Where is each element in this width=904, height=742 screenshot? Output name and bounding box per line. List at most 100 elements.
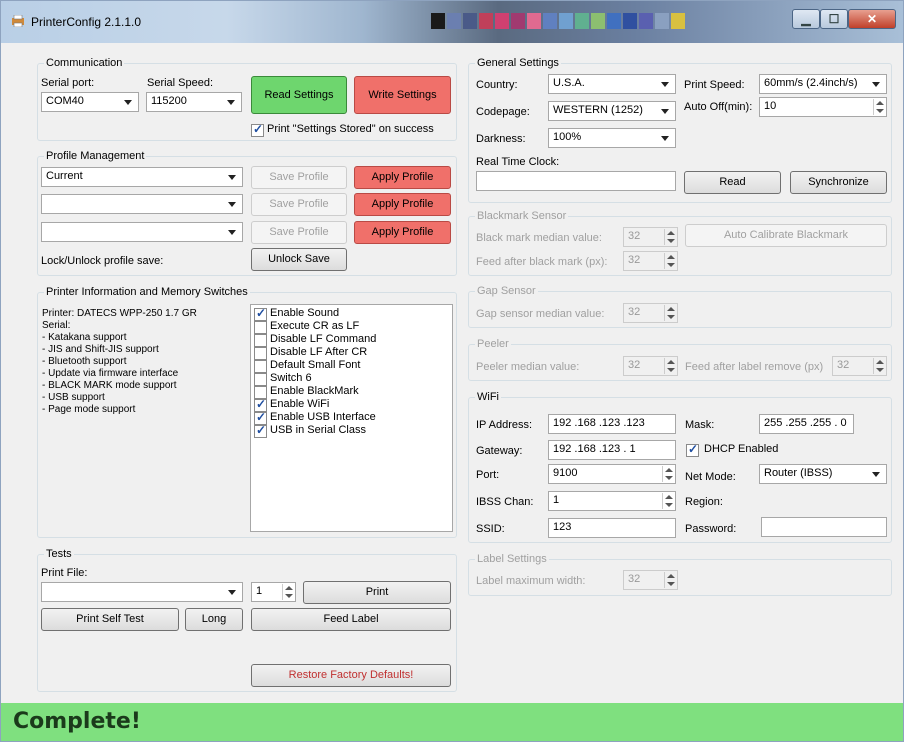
peeler-feed-label: Feed after label remove (px) — [685, 361, 824, 373]
label-max-width-stepper[interactable]: 32 — [623, 570, 678, 590]
chevron-down-icon — [228, 230, 236, 235]
communication-title: Communication — [44, 57, 125, 69]
write-settings-button[interactable]: Write Settings — [354, 76, 451, 114]
apply-profile-button-1[interactable]: Apply Profile — [354, 166, 451, 189]
minimize-icon: ▁ — [801, 12, 811, 26]
country-select[interactable]: U.S.A. — [548, 74, 676, 94]
spinner-arrows-icon[interactable] — [662, 466, 674, 482]
ssid-label: SSID: — [476, 523, 505, 535]
save-profile-button-2[interactable]: Save Profile — [251, 193, 347, 216]
auto-off-stepper[interactable]: 10 — [759, 97, 887, 117]
window-title: PrinterConfig 2.1.1.0 — [31, 15, 142, 29]
title-bar[interactable]: PrinterConfig 2.1.1.0 ▁ ☐ ✕ — [1, 1, 903, 43]
spinner-arrows-icon[interactable] — [282, 584, 294, 600]
ibss-chan-stepper[interactable]: 1 — [548, 491, 676, 511]
serial-port-select[interactable]: COM40 — [41, 92, 139, 112]
spinner-arrows-icon[interactable] — [664, 305, 676, 321]
net-mode-label: Net Mode: — [685, 471, 736, 483]
ip-address-field[interactable]: 192 .168 .123 .123 — [548, 414, 676, 434]
close-icon: ✕ — [866, 12, 878, 26]
chevron-down-icon — [228, 590, 236, 595]
blackmark-title: Blackmark Sensor — [475, 210, 569, 222]
minimize-button[interactable]: ▁ — [792, 9, 820, 29]
synchronize-button[interactable]: Synchronize — [790, 171, 887, 194]
checkbox[interactable] — [254, 423, 267, 438]
status-bar: Complete! — [1, 703, 903, 741]
printer-info-line-4: - Bluetooth support — [42, 356, 127, 367]
serial-port-label: Serial port: — [41, 77, 95, 89]
checkbox[interactable] — [254, 306, 267, 321]
codepage-select[interactable]: WESTERN (1252) — [548, 101, 676, 121]
checkbox[interactable] — [254, 334, 267, 347]
auto-calibrate-blackmark-button[interactable]: Auto Calibrate Blackmark — [685, 224, 887, 247]
rtc-field[interactable] — [476, 171, 676, 191]
port-stepper[interactable]: 9100 — [548, 464, 676, 484]
gateway-field[interactable]: 192 .168 .123 . 1 — [548, 440, 676, 460]
chevron-down-icon — [228, 202, 236, 207]
spinner-arrows-icon[interactable] — [664, 229, 676, 245]
region-label: Region: — [685, 496, 723, 508]
print-file-select[interactable] — [41, 582, 243, 602]
app-window: PrinterConfig 2.1.1.0 ▁ ☐ ✕ Communicatio… — [0, 0, 904, 742]
checkbox[interactable] — [254, 321, 267, 334]
rtc-label: Real Time Clock: — [476, 156, 560, 168]
close-button[interactable]: ✕ — [848, 9, 896, 29]
ibss-chan-label: IBSS Chan: — [476, 496, 534, 508]
checkbox[interactable] — [254, 360, 267, 373]
checkbox[interactable] — [254, 373, 267, 386]
printer-info-line-5: - Update via firmware interface — [42, 368, 179, 379]
gateway-label: Gateway: — [476, 445, 523, 457]
spinner-arrows-icon[interactable] — [873, 99, 885, 115]
blackmark-feed-stepper[interactable]: 32 — [623, 251, 678, 271]
dhcp-checkbox[interactable] — [686, 442, 699, 457]
peeler-feed-stepper[interactable]: 32 — [832, 356, 887, 376]
feed-label-button[interactable]: Feed Label — [251, 608, 451, 631]
checkbox[interactable] — [254, 347, 267, 360]
ssid-field[interactable]: 123 — [548, 518, 676, 538]
gap-sensor-title: Gap Sensor — [475, 285, 538, 297]
spinner-arrows-icon[interactable] — [664, 358, 676, 374]
taskbar-thumbnails — [431, 13, 685, 29]
password-field[interactable] — [761, 517, 887, 537]
gap-median-stepper[interactable]: 32 — [623, 303, 678, 323]
spinner-arrows-icon[interactable] — [664, 253, 676, 269]
port-label: Port: — [476, 469, 500, 481]
codepage-label: Codepage: — [476, 106, 530, 118]
printer-info-line-2: - Katakana support — [42, 332, 127, 343]
spinner-arrows-icon[interactable] — [662, 493, 674, 509]
unlock-save-button[interactable]: Unlock Save — [251, 248, 347, 271]
print-stored-checkbox[interactable] — [251, 122, 264, 137]
copies-stepper[interactable]: 1 — [251, 582, 296, 602]
print-speed-select[interactable]: 60mm/s (2.4inch/s) — [759, 74, 887, 94]
read-settings-button[interactable]: Read Settings — [251, 76, 347, 114]
blackmark-median-stepper[interactable]: 32 — [623, 227, 678, 247]
blackmark-median-label: Black mark median value: — [476, 232, 602, 244]
serial-speed-select[interactable]: 115200 — [146, 92, 242, 112]
profile-select-1[interactable]: Current — [41, 167, 243, 187]
rtc-read-button[interactable]: Read — [684, 171, 781, 194]
apply-profile-button-2[interactable]: Apply Profile — [354, 193, 451, 216]
blackmark-feed-label: Feed after black mark (px): — [476, 256, 608, 268]
printer-info-line-0: Printer: DATECS WPP-250 1.7 GR — [42, 308, 197, 319]
peeler-median-stepper[interactable]: 32 — [623, 356, 678, 376]
mask-label: Mask: — [685, 419, 715, 431]
apply-profile-button-3[interactable]: Apply Profile — [354, 221, 451, 244]
save-profile-button-1[interactable]: Save Profile — [251, 166, 347, 189]
net-mode-select[interactable]: Router (IBSS) — [759, 464, 887, 484]
darkness-select[interactable]: 100% — [548, 128, 676, 148]
country-label: Country: — [476, 79, 518, 91]
print-button[interactable]: Print — [303, 581, 451, 604]
print-self-test-button[interactable]: Print Self Test — [41, 608, 179, 631]
long-button[interactable]: Long — [185, 608, 243, 631]
chevron-down-icon — [661, 82, 669, 87]
spinner-arrows-icon[interactable] — [664, 572, 676, 588]
save-profile-button-3[interactable]: Save Profile — [251, 221, 347, 244]
profile-select-3[interactable] — [41, 222, 243, 242]
maximize-button[interactable]: ☐ — [820, 9, 848, 29]
mask-field[interactable]: 255 .255 .255 . 0 — [759, 414, 854, 434]
spinner-arrows-icon[interactable] — [873, 358, 885, 374]
chevron-down-icon — [227, 100, 235, 105]
ip-address-label: IP Address: — [476, 419, 533, 431]
restore-factory-defaults-button[interactable]: Restore Factory Defaults! — [251, 664, 451, 687]
profile-select-2[interactable] — [41, 194, 243, 214]
